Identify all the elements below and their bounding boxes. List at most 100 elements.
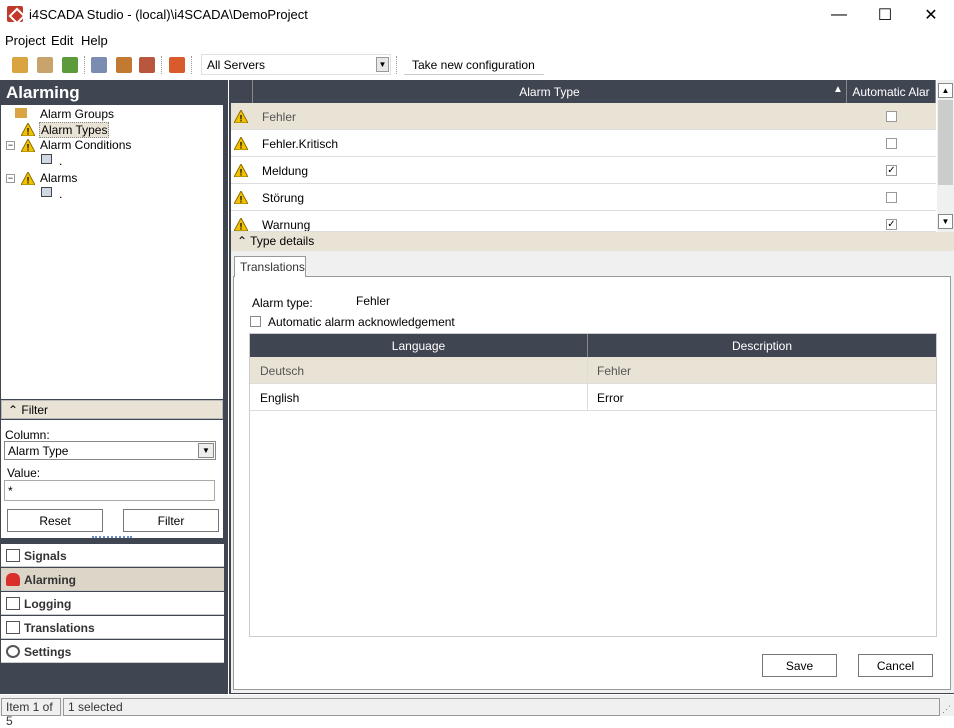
bell-icon bbox=[6, 573, 20, 586]
tree-view[interactable]: Alarm Groups ! Alarm Types − ! Alarm Con… bbox=[1, 105, 223, 399]
scroll-thumb[interactable] bbox=[938, 100, 953, 185]
warning-icon: ! bbox=[21, 139, 35, 152]
warning-icon: ! bbox=[234, 110, 248, 123]
auto-ack-checkbox[interactable] bbox=[886, 111, 897, 122]
table-row[interactable]: Deutsch Fehler bbox=[250, 357, 936, 384]
tree-item-condition-server[interactable]: . bbox=[59, 154, 62, 168]
filter-title: Filter bbox=[21, 403, 49, 417]
description-cell: Fehler bbox=[597, 364, 632, 378]
delete-icon[interactable] bbox=[139, 57, 155, 73]
column-header-automatic-alarm[interactable]: Automatic Alar bbox=[847, 80, 936, 103]
nav-alarming[interactable]: Alarming bbox=[1, 568, 224, 591]
menu-edit[interactable]: Edit bbox=[51, 33, 73, 48]
vertical-scrollbar[interactable]: ▲ ▼ bbox=[937, 80, 954, 232]
menu-bar bbox=[0, 30, 954, 51]
auto-ack-checkbox[interactable] bbox=[250, 316, 261, 327]
value-input[interactable]: * bbox=[4, 480, 215, 501]
resize-grip-icon[interactable]: ⋰ bbox=[942, 704, 951, 715]
scroll-down-icon[interactable]: ▼ bbox=[938, 214, 953, 229]
auto-ack-checkbox[interactable] bbox=[886, 138, 897, 149]
tree-item-alarm-server[interactable]: . bbox=[59, 187, 62, 201]
logging-icon bbox=[6, 597, 20, 610]
exit-icon[interactable] bbox=[169, 57, 185, 73]
collapse-toggle[interactable]: − bbox=[6, 141, 15, 150]
auto-ack-label: Automatic alarm acknowledgement bbox=[268, 315, 455, 329]
copy-icon[interactable] bbox=[91, 57, 107, 73]
status-item-count: Item 1 of 5 bbox=[1, 698, 61, 728]
warning-icon: ! bbox=[234, 218, 248, 231]
tree-item-alarm-groups[interactable]: Alarm Groups bbox=[40, 107, 114, 121]
sort-asc-icon: ▲ bbox=[833, 84, 843, 95]
tab-translations[interactable]: Translations bbox=[234, 256, 306, 277]
new-project-icon[interactable] bbox=[12, 57, 28, 73]
column-label: Column: bbox=[5, 428, 50, 442]
tree-item-alarm-types[interactable]: Alarm Types bbox=[39, 122, 110, 138]
column-header-description[interactable]: Description bbox=[588, 334, 936, 357]
table-row[interactable]: English Error bbox=[250, 384, 936, 411]
tree-item-alarms[interactable]: Alarms bbox=[40, 171, 77, 185]
warning-icon: ! bbox=[234, 191, 248, 204]
chevron-down-icon[interactable]: ▼ bbox=[376, 57, 389, 72]
chevron-down-icon[interactable]: ▼ bbox=[198, 443, 214, 458]
nav-label: Logging bbox=[24, 597, 72, 611]
alarm-type-cell: Fehler bbox=[262, 110, 297, 124]
column-header-language[interactable]: Language bbox=[250, 334, 588, 357]
signals-icon bbox=[6, 549, 20, 562]
column-header-alarm-type[interactable]: Alarm Type bbox=[253, 80, 847, 103]
menu-project[interactable]: Project bbox=[5, 33, 45, 48]
table-row[interactable]: ! Störung bbox=[231, 184, 936, 211]
nav-settings[interactable]: Settings bbox=[1, 640, 224, 663]
column-select[interactable]: Alarm Type bbox=[4, 441, 216, 460]
svg-text:!: ! bbox=[240, 114, 243, 124]
alarm-type-value: Fehler bbox=[356, 294, 391, 308]
svg-text:!: ! bbox=[240, 222, 243, 232]
filter-header[interactable]: ⌃ Filter bbox=[1, 400, 223, 419]
take-config-button[interactable]: Take new configuration bbox=[404, 54, 544, 75]
table-row[interactable]: ! Fehler.Kritisch bbox=[231, 130, 936, 157]
maximize-button[interactable]: ☐ bbox=[862, 0, 908, 29]
open-project-icon[interactable] bbox=[37, 57, 53, 73]
status-selection: 1 selected bbox=[63, 698, 940, 716]
tree-item-alarm-conditions[interactable]: Alarm Conditions bbox=[40, 138, 131, 152]
nav-logging[interactable]: Logging bbox=[1, 592, 224, 615]
window-title: i4SCADA Studio - (local)\i4SCADA\DemoPro… bbox=[29, 7, 308, 22]
translations-icon bbox=[6, 621, 20, 634]
filter-button[interactable]: Filter bbox=[123, 509, 219, 532]
alarm-type-cell: Fehler.Kritisch bbox=[262, 137, 339, 151]
export-icon[interactable] bbox=[62, 57, 78, 73]
reset-button[interactable]: Reset bbox=[7, 509, 103, 532]
table-row[interactable]: ! Meldung ✓ bbox=[231, 157, 936, 184]
nav-translations[interactable]: Translations bbox=[1, 616, 224, 639]
computer-icon bbox=[41, 154, 52, 164]
minimize-button[interactable]: — bbox=[816, 0, 862, 29]
panel-title: Alarming bbox=[6, 83, 80, 102]
cancel-button[interactable]: Cancel bbox=[858, 654, 933, 677]
language-cell: Deutsch bbox=[260, 364, 305, 378]
scroll-up-icon[interactable]: ▲ bbox=[938, 83, 953, 98]
import-icon[interactable] bbox=[116, 57, 132, 73]
auto-ack-checkbox[interactable]: ✓ bbox=[886, 165, 897, 176]
save-button[interactable]: Save bbox=[762, 654, 837, 677]
column-title: Alarm Type bbox=[519, 84, 580, 99]
auto-ack-checkbox[interactable]: ✓ bbox=[886, 219, 897, 230]
close-button[interactable]: ✕ bbox=[908, 0, 954, 29]
nav-label: Signals bbox=[24, 549, 67, 563]
type-details-title: Type details bbox=[250, 234, 315, 248]
svg-text:!: ! bbox=[27, 143, 30, 153]
collapse-icon: ⌃ bbox=[237, 234, 251, 248]
table-row[interactable]: ! Warnung ✓ bbox=[231, 211, 936, 232]
nav-signals[interactable]: Signals bbox=[1, 544, 224, 567]
menu-help[interactable]: Help bbox=[81, 33, 108, 48]
grid-row-header-corner bbox=[231, 80, 253, 103]
collapse-icon: ⌃ bbox=[8, 403, 22, 417]
alarm-type-cell: Störung bbox=[262, 191, 305, 205]
table-row[interactable]: ! Fehler bbox=[231, 103, 936, 130]
collapse-toggle[interactable]: − bbox=[6, 174, 15, 183]
auto-ack-checkbox[interactable] bbox=[886, 192, 897, 203]
splitter-handle[interactable] bbox=[92, 536, 132, 540]
nav-label: Settings bbox=[24, 645, 72, 659]
value-label: Value: bbox=[7, 466, 41, 480]
warning-icon: ! bbox=[234, 164, 248, 177]
type-details-header[interactable]: ⌃ Type details bbox=[231, 232, 954, 251]
nav-label: Alarming bbox=[24, 573, 77, 587]
